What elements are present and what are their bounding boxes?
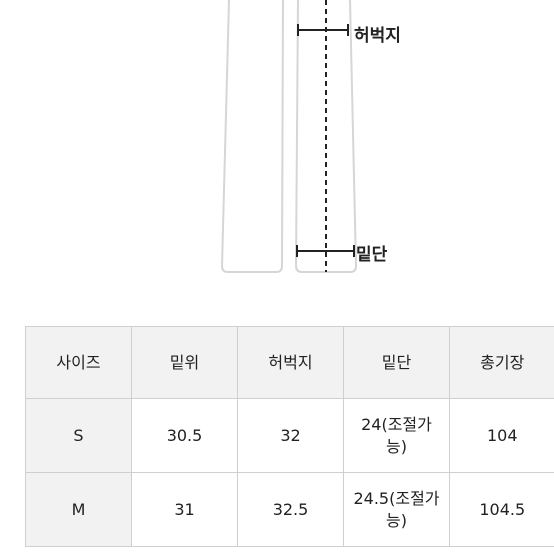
cell-hem-line-2: 능) [386,510,407,530]
cell-hem: 24(조절가 능) [343,398,450,473]
cell-total-length: 104.5 [449,472,554,547]
cell-size: M [25,472,132,547]
cell-hem-line-1: 24(조절가 [361,414,432,434]
cell-total-length: 104 [449,398,554,473]
cell-thigh: 32.5 [237,472,344,547]
cell-size: S [25,398,132,473]
size-table: 사이즈 밑위 허벅지 밑단 총기장 S 30.5 32 24(조절가 능) 10… [25,326,554,547]
cell-hem-line-2: 능) [386,436,407,456]
pants-illustration [220,0,358,273]
cell-hem: 24.5(조절가 능) [343,472,450,547]
header-size: 사이즈 [25,326,132,399]
thigh-label: 허벅지 [354,26,401,46]
table-header-row: 사이즈 밑위 허벅지 밑단 총기장 [25,326,554,399]
table-row: S 30.5 32 24(조절가 능) 104 [25,398,554,473]
hem-label: 밑단 [356,245,388,265]
header-rise: 밑위 [131,326,238,399]
cell-thigh: 32 [237,398,344,473]
cell-hem-line-1: 24.5(조절가 [353,488,440,508]
header-total-length: 총기장 [449,326,554,399]
cell-rise: 30.5 [131,398,238,473]
cell-rise: 31 [131,472,238,547]
header-thigh: 허벅지 [237,326,344,399]
pants-diagram: 허벅지 밑단 [0,0,554,300]
left-leg-outline [220,0,284,273]
table-row: M 31 32.5 24.5(조절가 능) 104.5 [25,472,554,547]
header-hem: 밑단 [343,326,450,399]
